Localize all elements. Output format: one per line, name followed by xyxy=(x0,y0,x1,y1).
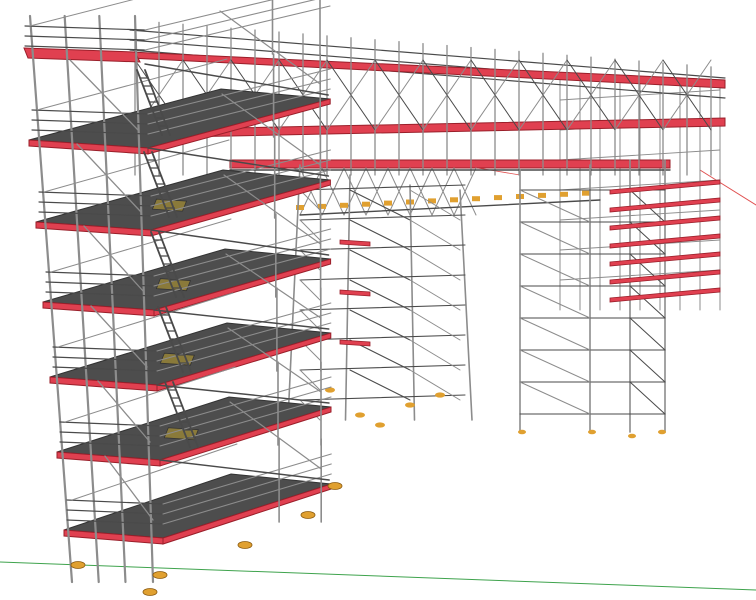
3d-model-viewport[interactable] xyxy=(0,0,756,600)
mid-standard xyxy=(287,164,301,421)
scaffolding-model xyxy=(0,0,756,596)
coupler-block xyxy=(494,195,502,201)
guard-rail xyxy=(31,109,149,115)
coupler-block xyxy=(362,201,370,207)
coupler-block xyxy=(318,203,326,209)
guard-rail xyxy=(144,0,274,31)
mid-standard xyxy=(344,174,351,421)
mid-ledger xyxy=(299,364,466,371)
base-plate xyxy=(300,511,316,519)
right-brace xyxy=(629,317,666,351)
base-plate xyxy=(152,571,168,579)
coupler-block xyxy=(582,190,590,196)
right-brace xyxy=(629,349,666,383)
guard-rail xyxy=(24,35,146,41)
right-brace xyxy=(519,349,591,383)
base-plate xyxy=(327,482,343,490)
right-brace xyxy=(519,317,591,351)
mid-deck xyxy=(339,239,371,247)
ledger xyxy=(29,0,134,27)
deck-platform xyxy=(23,47,141,63)
coupler-block xyxy=(340,202,348,208)
base-plate xyxy=(375,422,385,428)
right-brace xyxy=(519,381,591,415)
guard-rail xyxy=(24,25,146,31)
mid-ledger xyxy=(299,244,466,251)
mid-transom xyxy=(299,279,321,301)
base-plate xyxy=(142,588,158,596)
base-plate xyxy=(70,561,86,569)
mid-brace xyxy=(349,249,411,281)
mid-brace xyxy=(349,369,411,401)
mid-ledger xyxy=(299,304,466,311)
coupler-block xyxy=(472,196,480,202)
coupler-block xyxy=(450,197,458,203)
right-brace xyxy=(629,381,666,415)
base-plate xyxy=(658,429,666,435)
base-plate xyxy=(518,429,526,435)
coupler-block xyxy=(538,192,546,198)
mid-brace xyxy=(349,189,411,221)
coupler-block xyxy=(384,200,392,206)
guard-rail xyxy=(38,191,152,197)
mid-ledger xyxy=(299,274,466,281)
base-plate xyxy=(237,541,253,549)
bridge-low-deck xyxy=(229,159,671,169)
right-scaffold-tower xyxy=(518,159,721,439)
mid-deck xyxy=(339,339,371,347)
base-plate xyxy=(355,412,365,418)
mid-brace xyxy=(349,309,411,341)
mid-ledger xyxy=(299,214,466,221)
bridge-top-deck xyxy=(129,51,726,89)
base-plate xyxy=(405,402,415,408)
green-axis-line xyxy=(0,561,756,591)
base-plate xyxy=(588,429,596,435)
mid-deck xyxy=(339,289,371,297)
coupler-block xyxy=(560,191,568,197)
base-plate xyxy=(435,392,445,398)
base-plate xyxy=(628,433,636,439)
